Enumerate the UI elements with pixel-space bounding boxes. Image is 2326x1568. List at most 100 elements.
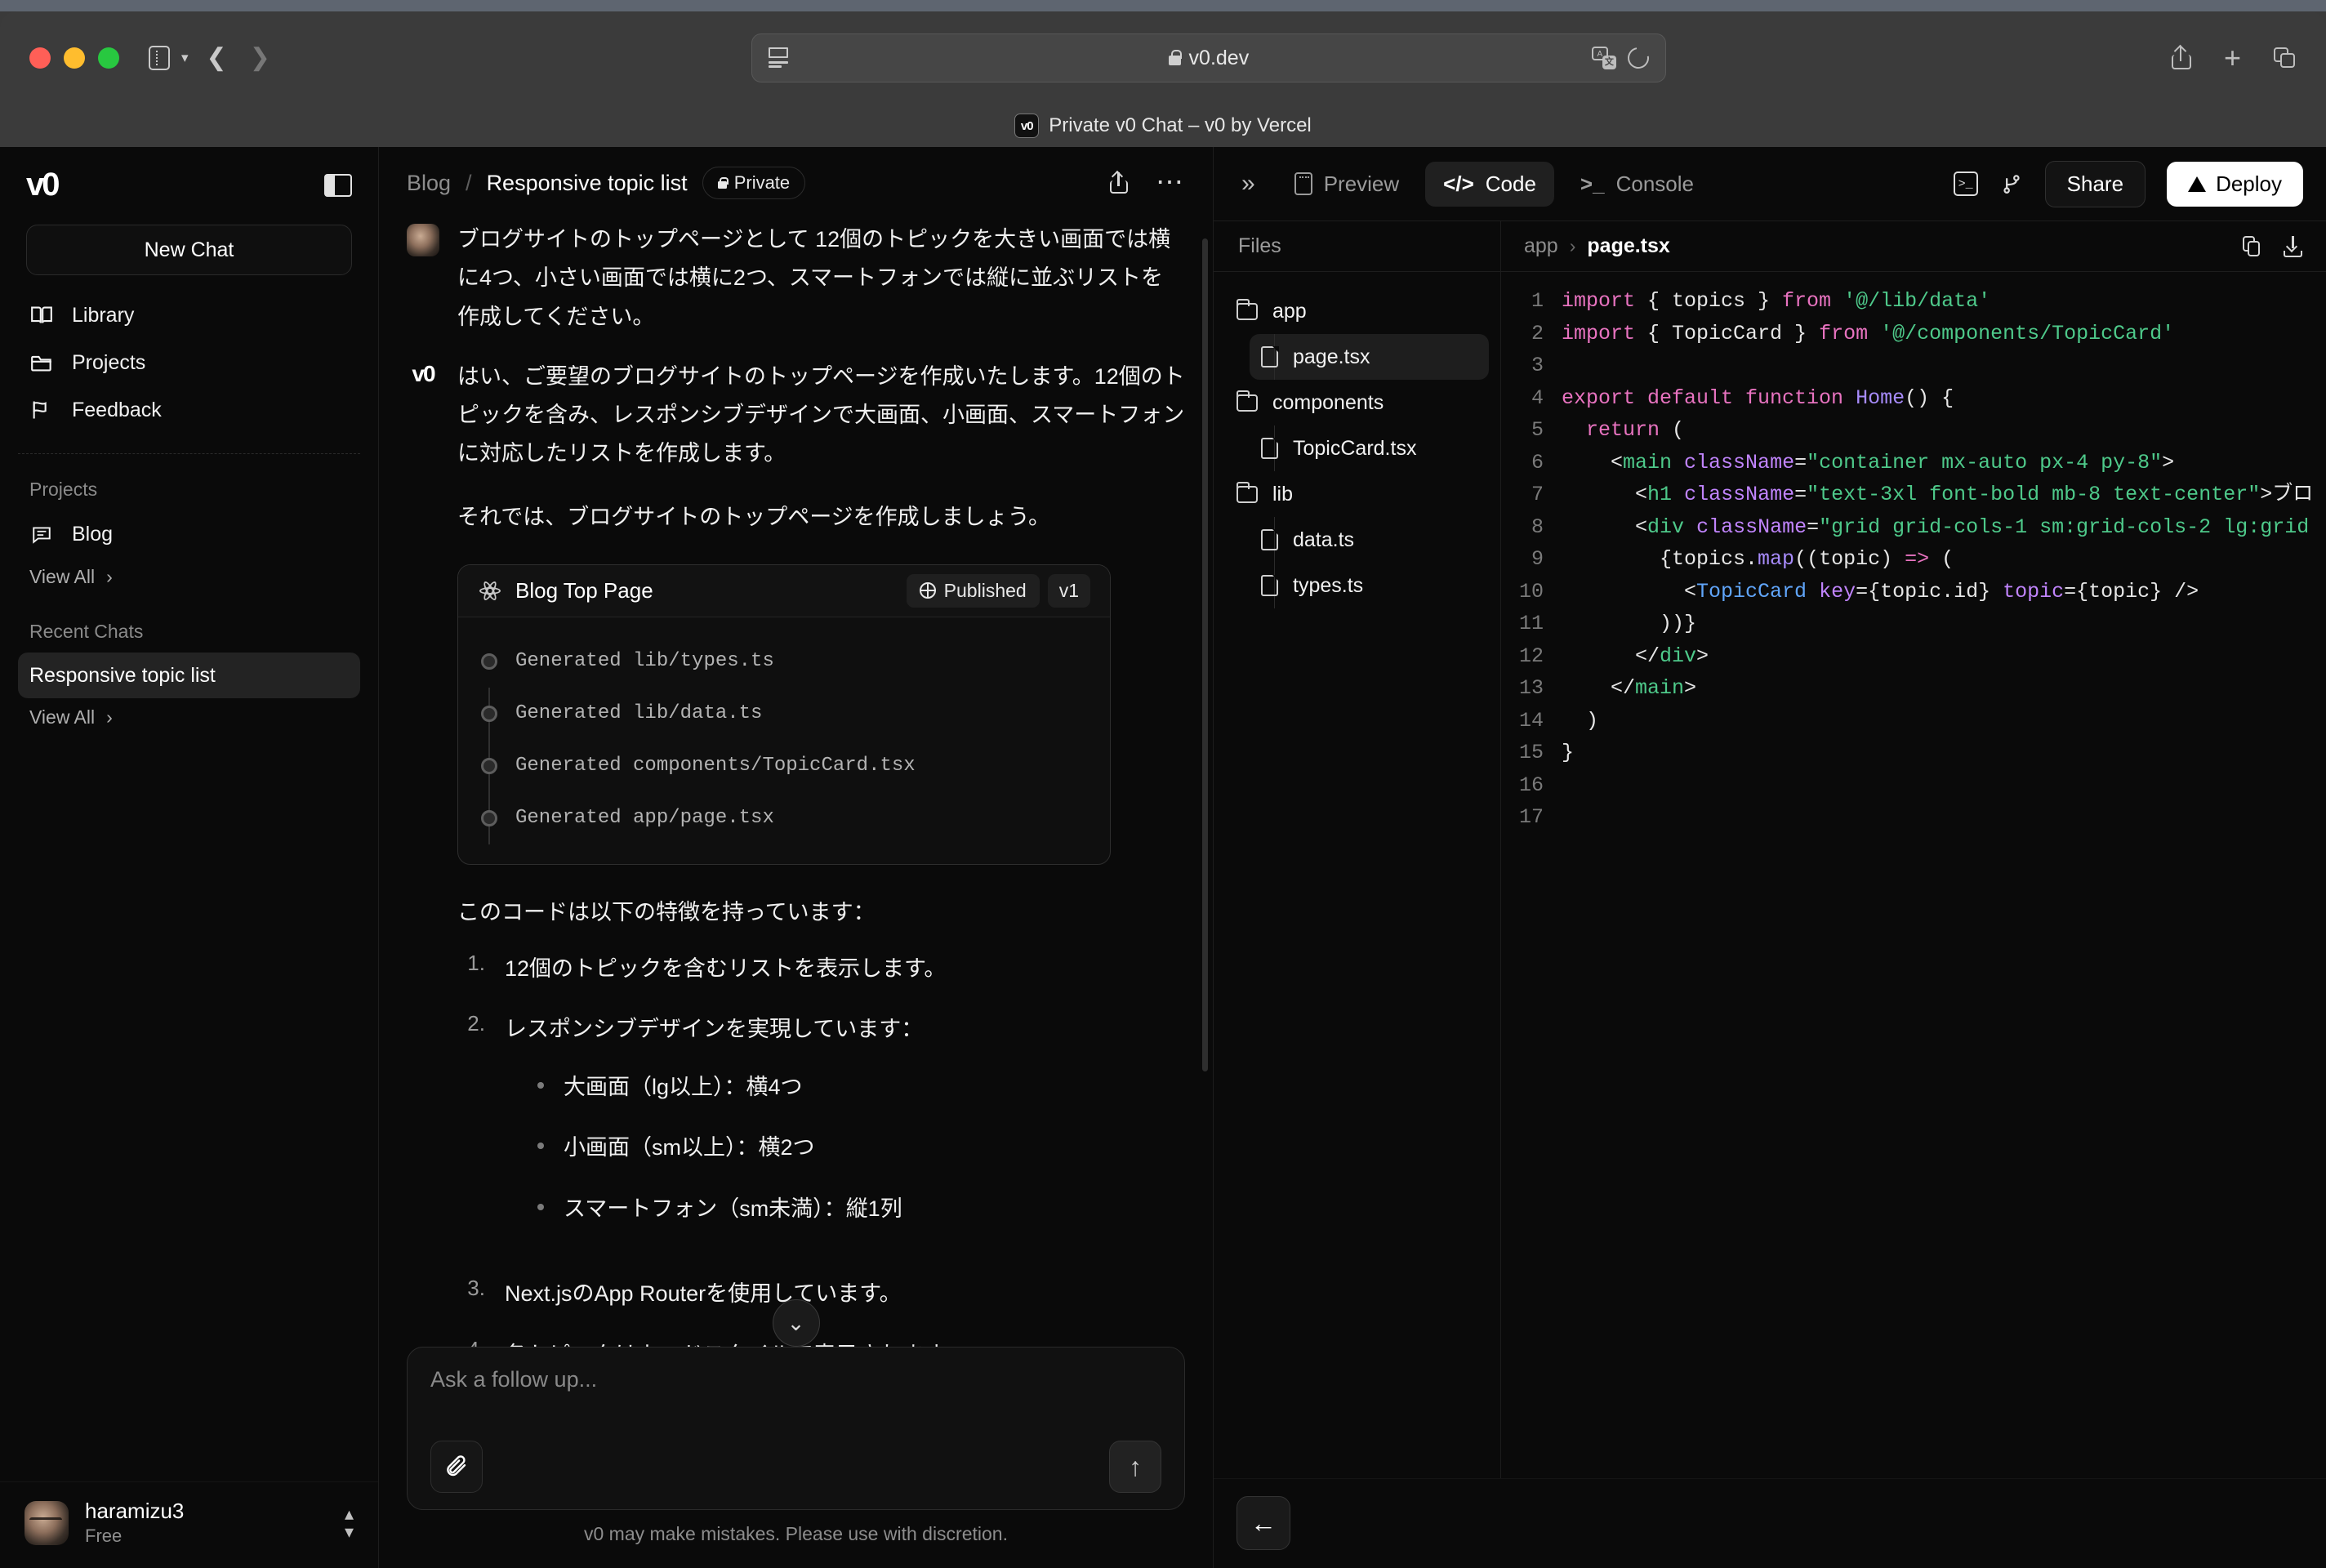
sidebar-user-section[interactable]: haramizu3 Free ▴ ▾ [0,1481,378,1568]
workbench-header: » Preview </> Code >_ Console >_ Share D… [1214,147,2326,220]
tab-label: Console [1615,171,1694,196]
code-line: 3 [1501,350,2326,382]
list-item-text: Next.jsのApp Routerを使用しています。 [505,1281,902,1307]
address-bar-actions: A文 [1591,42,1653,74]
tab-console[interactable]: >_ Console [1562,162,1712,207]
message-body: はい、ご要望のブログサイトのトップページを作成いたします。12個のトピックを含み… [457,358,1185,537]
list-item: 12個のトピックを含むリストを表示します。 [457,951,1185,987]
chevron-right-icon: › [106,566,113,587]
browser-toolbar: ▾ ❮ ❯ v0.dev A 文 + [0,11,2326,105]
send-message-button[interactable]: ↑ [1109,1441,1161,1493]
new-chat-button[interactable]: New Chat [26,225,352,275]
tree-folder-app[interactable]: app [1225,288,1489,334]
tree-file-page-tsx[interactable]: page.tsx [1250,334,1489,380]
deploy-button[interactable]: Deploy [2167,161,2303,207]
translate-icon[interactable]: A文 [1591,47,1616,69]
back-button[interactable]: ← [1237,1496,1290,1550]
status-badge[interactable]: Published [906,573,1040,608]
sub-list-item: 大画面（lg以上）：横4つ [537,1069,1185,1106]
status-badge[interactable]: Private [702,167,806,199]
close-window-button[interactable] [29,47,51,69]
code-line: 16 [1501,769,2326,802]
disclaimer-text: v0 may make mistakes. Please use with di… [584,1523,1008,1544]
chevrons-right-icon[interactable]: » [1237,170,1268,198]
code-line: 2 import { TopicCard } from '@/components… [1501,318,2326,350]
tab-overview-icon[interactable] [2274,47,2297,69]
tree-label: TopicCard.tsx [1293,436,1417,460]
line-number: 14 [1518,708,1544,733]
chat-panel: Blog / Responsive topic list Private ⋯ ブ… [379,147,1214,1568]
breadcrumb-folder[interactable]: app [1524,234,1558,258]
sidebar-recent-view-all[interactable]: View All › [0,698,378,737]
sub-list-item-text: 小画面（sm以上）：横2つ [564,1135,815,1160]
breadcrumb-parent[interactable]: Blog [407,171,451,196]
chat-header: Blog / Responsive topic list Private ⋯ [379,147,1213,206]
line-text: <TopicCard key={topic.id} topic={topic} … [1562,579,2199,604]
line-number: 16 [1518,773,1544,797]
tree-file-topiccard-tsx[interactable]: TopicCard.tsx [1250,425,1489,471]
reader-view-icon[interactable] [768,47,788,69]
sub-list-item: 小画面（sm以上）：横2つ [537,1129,1185,1166]
tree-file-data-ts[interactable]: data.ts [1250,517,1489,563]
sidebar-recent-heading: Recent Chats [29,621,144,642]
sidebar-item-label: Projects [72,350,146,374]
browser-tab[interactable]: v0 Private v0 Chat – v0 by Vercel [1014,114,1312,138]
address-bar[interactable]: v0.dev A文 [751,33,1666,82]
forward-chevron-icon[interactable]: ❯ [250,46,270,70]
chat-input-placeholder[interactable]: Ask a follow up... [430,1367,1161,1392]
sidebar-toggle-icon[interactable] [140,39,178,77]
maximize-window-button[interactable] [98,47,119,69]
sidebar-project-label: Blog [72,522,114,546]
chat-message-assistant: v0 はい、ご要望のブログサイトのトップページを作成いたします。12個のトピック… [407,358,1185,537]
sidebar-recent-chat[interactable]: Responsive topic list [18,653,360,698]
v0-logo[interactable]: v0 [26,167,60,203]
reload-icon[interactable] [1623,42,1653,74]
workbench-panel: » Preview </> Code >_ Console >_ Share D… [1214,147,2326,1568]
tree-file-types-ts[interactable]: types.ts [1250,563,1489,608]
desktop-background-strip [0,0,2326,11]
breadcrumb-separator: / [466,170,472,195]
scroll-to-bottom-button[interactable]: ⌄ [772,1299,820,1347]
line-number: 3 [1531,354,1544,377]
paperclip-icon[interactable] [430,1441,483,1493]
list-item-text: 12個のトピックを含むリストを表示します。 [505,956,947,981]
file-icon [1261,528,1279,550]
share-icon[interactable] [2171,47,2191,69]
download-icon[interactable] [2284,235,2303,257]
chat-messages[interactable]: ブログサイトのトップページとして 12個のトピックを大きい画面では横に4つ、小さ… [379,206,1213,1347]
chevron-updown-icon[interactable]: ▴ ▾ [345,1504,354,1541]
tree-folder-lib[interactable]: lib [1225,471,1489,517]
minimize-window-button[interactable] [64,47,85,69]
navigation-buttons: ❮ ❯ [207,46,270,70]
new-tab-icon[interactable]: + [2224,43,2241,73]
generated-block-card[interactable]: Blog Top Page Published v1 Generated lib… [457,564,1111,865]
chat-scrollbar[interactable] [1202,238,1208,1071]
composer[interactable]: Ask a follow up... ↑ [407,1347,1185,1510]
back-chevron-icon[interactable]: ❮ [207,46,227,70]
sidebar-item-library[interactable]: Library [18,292,360,339]
sidebar-item-projects[interactable]: Projects [18,339,360,386]
code-line: 10 <TopicCard key={topic.id} topic={topi… [1501,576,2326,608]
tab-code[interactable]: </> Code [1425,161,1554,207]
git-branch-icon[interactable] [1999,171,2024,197]
panel-toggle-icon[interactable] [324,173,352,197]
chevron-down-icon[interactable]: ▾ [181,50,189,66]
lock-icon [1168,49,1182,65]
more-horizontal-icon[interactable]: ⋯ [1156,169,1185,196]
sidebar-projects-view-all[interactable]: View All › [0,558,378,596]
version-badge[interactable]: v1 [1047,573,1090,608]
window-controls[interactable] [29,47,119,69]
sidebar-item-feedback[interactable]: Feedback [18,386,360,434]
avatar [407,224,439,256]
terminal-icon[interactable]: >_ [1953,172,1978,196]
code-line: 11 ))} [1501,608,2326,640]
share-button[interactable]: Share [2044,160,2146,207]
sidebar-project-blog[interactable]: Blog [18,510,360,558]
share-icon[interactable] [1110,172,1128,194]
tab-preview[interactable]: Preview [1277,162,1417,207]
line-text: ))} [1562,612,1697,635]
code-content[interactable]: 1 import { topics } from '@/lib/data' 2 im… [1501,272,2326,1478]
tree-folder-components[interactable]: components [1225,380,1489,425]
copy-icon[interactable] [2243,235,2261,257]
line-number: 2 [1531,321,1544,345]
